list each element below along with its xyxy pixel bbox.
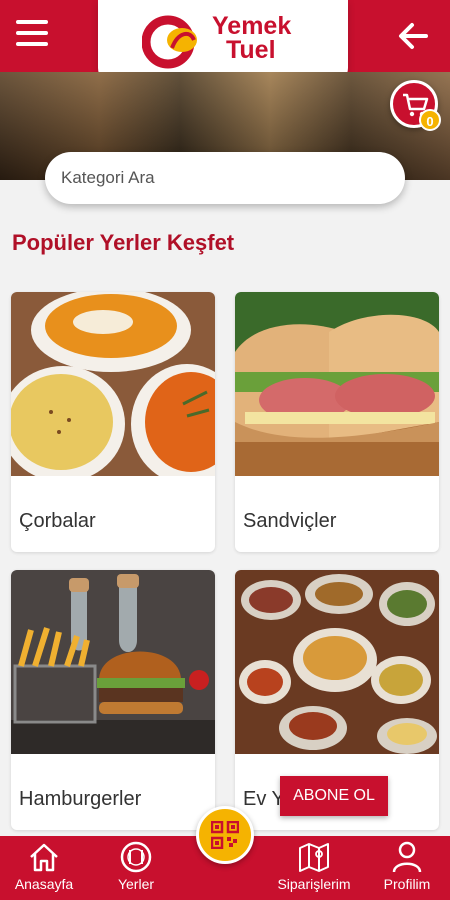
logo-line-2: Tuel [226, 36, 276, 64]
section-title: Popüler Yerler Keşfet [12, 230, 235, 255]
nav-profile[interactable]: Profilim [372, 840, 442, 892]
nav-orders-label: Siparişlerim [277, 876, 351, 892]
nav-home[interactable]: Anasayfa [6, 840, 82, 892]
category-name: Ev Y [243, 788, 285, 810]
cart-button[interactable]: 0 [390, 80, 441, 131]
home-food-image [235, 570, 439, 754]
category-search-input[interactable] [45, 152, 405, 204]
home-icon [30, 843, 58, 872]
sandwich-image [235, 292, 439, 476]
restaurant-plate-icon [120, 841, 152, 873]
category-name: Hamburgerler [19, 788, 142, 810]
qr-scan-button[interactable] [196, 806, 254, 864]
search-bar [45, 152, 405, 204]
user-icon [392, 841, 422, 873]
hamburger-menu-icon[interactable] [16, 20, 48, 50]
back-arrow-icon[interactable] [394, 16, 434, 56]
category-name: Çorbalar [19, 510, 96, 532]
category-card-hamburgerler[interactable]: Hamburgerler [11, 570, 215, 830]
nav-places[interactable]: Yerler [98, 840, 174, 892]
qr-code-icon [211, 821, 239, 849]
nav-places-label: Yerler [117, 876, 155, 892]
cart-count-badge: 0 [419, 109, 441, 131]
nav-profile-label: Profilim [383, 876, 431, 892]
logo-text: Yemek Tuel [212, 14, 291, 64]
category-card-sandvicler[interactable]: Sandviçler [235, 292, 439, 552]
burger-image [11, 570, 215, 754]
subscribe-button[interactable]: ABONE OL [280, 776, 388, 816]
category-card-corbalar[interactable]: Çorbalar [11, 292, 215, 552]
soup-image [11, 292, 215, 476]
logo-mark-icon [142, 15, 197, 69]
nav-orders[interactable]: Siparişlerim [266, 840, 362, 892]
map-orders-icon [299, 843, 329, 872]
nav-home-label: Anasayfa [14, 876, 74, 892]
category-name: Sandviçler [243, 510, 337, 532]
